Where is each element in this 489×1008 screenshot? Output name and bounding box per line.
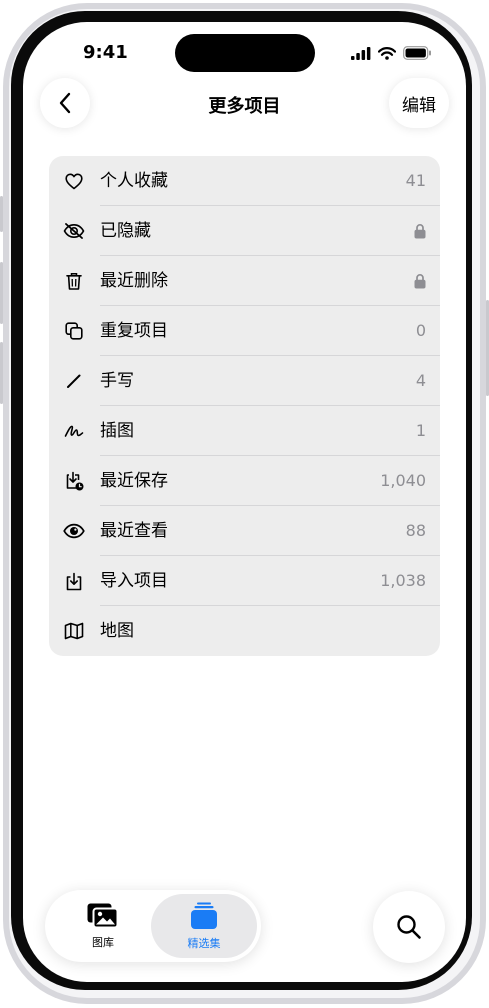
map-icon xyxy=(63,620,85,642)
photos-library-icon xyxy=(87,903,119,929)
volume-down-button xyxy=(0,342,3,404)
status-icons xyxy=(351,46,432,60)
list-item-label: 重复项目 xyxy=(100,321,168,341)
lock-icon xyxy=(414,224,426,239)
list-item-handwriting[interactable]: 手写 4 xyxy=(49,356,440,406)
tab-library[interactable]: 图库 xyxy=(51,894,155,958)
list-item-recently-viewed[interactable]: 最近查看 88 xyxy=(49,506,440,556)
action-button xyxy=(0,196,3,232)
status-time: 9:41 xyxy=(83,42,128,63)
list-item-imports[interactable]: 导入项目 1,038 xyxy=(49,556,440,606)
list-item-count: 1,038 xyxy=(380,571,426,590)
search-button[interactable] xyxy=(373,891,445,963)
list-item-count: 88 xyxy=(405,521,426,540)
list-item-count: 41 xyxy=(405,171,426,190)
eye-icon xyxy=(63,520,85,542)
wifi-icon xyxy=(378,46,396,60)
list-item-label: 手写 xyxy=(100,371,134,391)
tab-label: 图库 xyxy=(92,936,114,949)
tab-collections[interactable]: 精选集 xyxy=(151,894,257,958)
list-item-count: 0 xyxy=(415,321,426,340)
list-item-label: 导入项目 xyxy=(100,571,168,591)
import-icon xyxy=(63,570,85,592)
list-item-label: 地图 xyxy=(100,621,134,641)
list-item-count: 4 xyxy=(415,371,426,390)
edit-button-label: 编辑 xyxy=(402,95,436,116)
list-item-recently-deleted[interactable]: 最近删除 xyxy=(49,256,440,306)
list-item-favorites[interactable]: 个人收藏 41 xyxy=(49,156,440,206)
list-item-label: 最近查看 xyxy=(100,521,168,541)
volume-up-button xyxy=(0,262,3,324)
list-item-label: 个人收藏 xyxy=(100,171,168,191)
list-item-illustrations[interactable]: 插图 1 xyxy=(49,406,440,456)
dynamic-island xyxy=(175,34,315,72)
eye-slash-icon xyxy=(63,220,85,242)
search-icon xyxy=(397,915,421,939)
list-item-label: 插图 xyxy=(100,421,134,441)
collections-icon xyxy=(191,902,217,929)
battery-icon xyxy=(403,46,431,60)
list-item-map[interactable]: 地图 xyxy=(49,606,440,656)
tab-bar: 图库 精选集 xyxy=(45,890,261,962)
more-items-list: 个人收藏 41 已隐藏 最近删除 重复项目 0 手写 4 插图 1 最近保存 1… xyxy=(49,156,440,656)
scribble-icon xyxy=(63,420,85,442)
list-item-recently-saved[interactable]: 最近保存 1,040 xyxy=(49,456,440,506)
tab-label: 精选集 xyxy=(187,937,221,950)
list-item-hidden[interactable]: 已隐藏 xyxy=(49,206,440,256)
pencil-icon xyxy=(63,370,85,392)
cellular-signal-icon xyxy=(351,46,371,60)
list-item-label: 最近删除 xyxy=(100,271,168,291)
heart-icon xyxy=(63,170,85,192)
edit-button[interactable]: 编辑 xyxy=(389,78,449,128)
list-item-label: 已隐藏 xyxy=(100,221,151,241)
list-item-label: 最近保存 xyxy=(100,471,168,491)
list-item-count: 1 xyxy=(415,421,426,440)
screen: 9:41 更多项目 编辑 个人收藏 41 已隐藏 最近删除 重复项目 0 手写 … xyxy=(23,22,466,982)
trash-icon xyxy=(63,270,85,292)
lock-icon xyxy=(414,274,426,289)
list-item-duplicates[interactable]: 重复项目 0 xyxy=(49,306,440,356)
list-item-count: 1,040 xyxy=(380,471,426,490)
duplicate-icon xyxy=(63,320,85,342)
recently-saved-icon xyxy=(63,470,85,492)
